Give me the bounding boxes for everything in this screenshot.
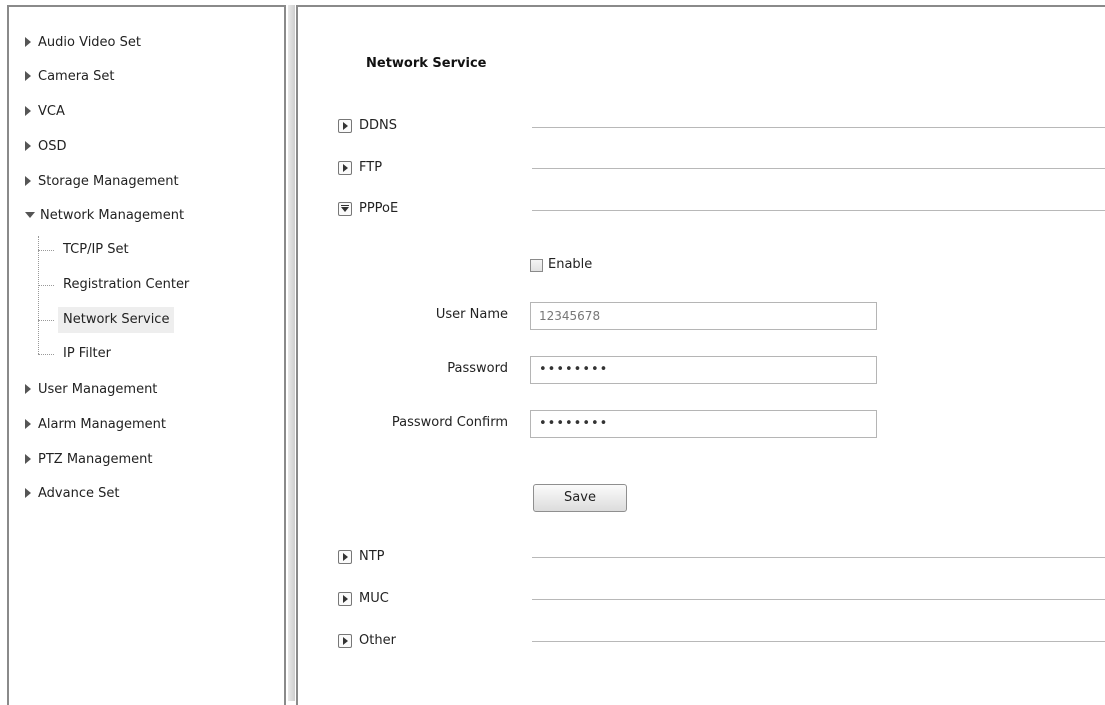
enable-label: Enable (548, 257, 593, 272)
section-other-header[interactable]: Other (338, 631, 396, 651)
section-ddns-header[interactable]: DDNS (338, 116, 397, 136)
sidebar-item-audio-video-set[interactable]: Audio Video Set (25, 32, 141, 54)
sidebar-item-user-management[interactable]: User Management (25, 379, 157, 401)
sidebar-item-advance-set[interactable]: Advance Set (25, 483, 119, 505)
sidebar-item-osd[interactable]: OSD (25, 136, 67, 158)
section-label: FTP (359, 160, 383, 175)
sidebar-subitem-ip-filter[interactable]: IP Filter (58, 341, 116, 367)
expand-arrow-icon[interactable] (338, 592, 352, 606)
triangle-right-icon (25, 453, 31, 464)
section-label: Other (359, 633, 396, 648)
user-name-label: User Name (435, 307, 508, 322)
sidebar-item-alarm-management[interactable]: Alarm Management (25, 414, 166, 436)
section-label: NTP (359, 549, 385, 564)
sidebar-subitem-tcpip-set[interactable]: TCP/IP Set (58, 237, 134, 263)
save-button[interactable]: Save (533, 484, 627, 512)
section-divider (532, 641, 1105, 642)
sidebar-item-ptz-management[interactable]: PTZ Management (25, 449, 152, 471)
password-label: Password (447, 361, 508, 376)
expand-arrow-icon[interactable] (338, 634, 352, 648)
tree-connector (38, 236, 39, 354)
collapse-arrow-icon[interactable] (338, 202, 352, 216)
expand-arrow-icon[interactable] (338, 161, 352, 175)
sidebar-item-label: Audio Video Set (38, 35, 141, 50)
sidebar-subitem-registration-center[interactable]: Registration Center (58, 272, 194, 298)
section-muc-header[interactable]: MUC (338, 589, 389, 609)
triangle-down-icon (25, 211, 35, 218)
password-confirm-label: Password Confirm (391, 415, 508, 430)
section-pppoe-header[interactable]: PPPoE (338, 199, 398, 219)
sidebar-item-vca[interactable]: VCA (25, 101, 65, 123)
sidebar-item-label: Network Management (40, 208, 185, 223)
triangle-right-icon (25, 70, 31, 81)
sidebar-item-storage-management[interactable]: Storage Management (25, 171, 179, 193)
section-divider (532, 557, 1105, 558)
panel-splitter[interactable] (288, 5, 295, 701)
section-ntp-header[interactable]: NTP (338, 547, 385, 567)
tree-connector (38, 285, 54, 286)
section-ftp-header[interactable]: FTP (338, 158, 382, 178)
section-divider (532, 127, 1105, 128)
sidebar-item-network-management[interactable]: Network Management (25, 205, 184, 227)
triangle-right-icon (25, 105, 31, 116)
triangle-right-icon (25, 36, 31, 47)
triangle-right-icon (25, 140, 31, 151)
main-panel (296, 5, 1105, 705)
sidebar-subitem-network-service[interactable]: Network Service (58, 307, 175, 333)
sidebar-item-label: VCA (38, 104, 65, 119)
triangle-right-icon (25, 418, 31, 429)
triangle-right-icon (25, 487, 31, 498)
sidebar-item-label: User Management (38, 382, 158, 397)
page-title: Network Service (366, 56, 487, 71)
section-divider (532, 210, 1105, 211)
enable-checkbox[interactable] (530, 259, 543, 272)
section-label: DDNS (359, 118, 397, 133)
tree-connector (38, 250, 54, 251)
sidebar-item-label: Storage Management (38, 174, 179, 189)
sidebar-item-label: Camera Set (38, 69, 115, 84)
sidebar-item-label: OSD (38, 139, 67, 154)
sidebar-item-label: PTZ Management (38, 452, 153, 467)
section-divider (532, 599, 1105, 600)
user-name-input[interactable]: 12345678 (530, 302, 877, 330)
password-confirm-input[interactable]: •••••••• (530, 410, 877, 438)
section-label: PPPoE (359, 201, 399, 216)
section-divider (532, 168, 1105, 169)
expand-arrow-icon[interactable] (338, 550, 352, 564)
sidebar-item-label: Advance Set (38, 486, 120, 501)
sidebar-item-camera-set[interactable]: Camera Set (25, 66, 115, 88)
section-label: MUC (359, 591, 389, 606)
sidebar-item-label: Alarm Management (38, 417, 167, 432)
tree-connector (38, 320, 54, 321)
password-input[interactable]: •••••••• (530, 356, 877, 384)
tree-connector (38, 354, 54, 355)
triangle-right-icon (25, 175, 31, 186)
expand-arrow-icon[interactable] (338, 119, 352, 133)
triangle-right-icon (25, 383, 31, 394)
